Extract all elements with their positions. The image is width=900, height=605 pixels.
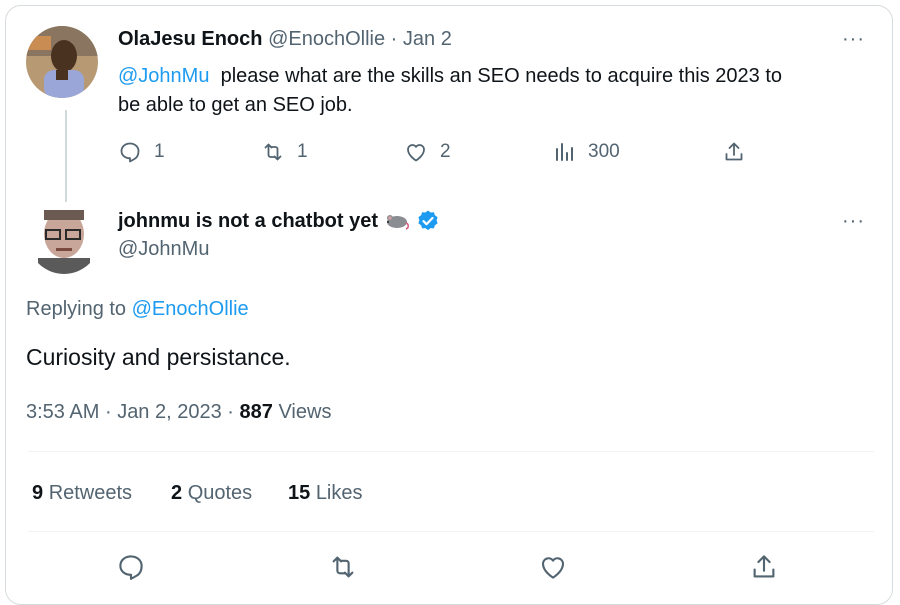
heart-icon <box>407 144 425 162</box>
main-more-icon[interactable]: ··· <box>842 210 865 233</box>
parent-views-button[interactable]: 300 <box>552 140 620 164</box>
parent-handle[interactable]: @EnochOllie <box>268 28 385 50</box>
main-author-name[interactable]: johnmu is not a chatbot yet <box>118 210 378 233</box>
replying-prefix: Replying to <box>26 298 127 320</box>
parent-like-count: 2 <box>440 141 451 162</box>
main-avatar[interactable] <box>28 202 100 274</box>
parent-avatar[interactable] <box>26 26 98 98</box>
parent-author-name[interactable]: OlaJesu Enoch <box>118 28 263 50</box>
parent-like-button[interactable]: 2 <box>404 140 451 164</box>
main-header: johnmu is not a chatbot yet <box>118 209 440 233</box>
retweet-icon <box>332 556 354 578</box>
heart-icon <box>541 557 565 579</box>
divider <box>28 451 874 452</box>
main-tweet-text: Curiosity and persistance. <box>26 344 291 370</box>
stat-retweets[interactable]: 9 Retweets <box>32 482 132 505</box>
retweets-count: 9 <box>32 482 44 504</box>
retweet-icon <box>264 143 282 161</box>
like-button[interactable] <box>538 552 568 582</box>
share-icon <box>753 555 775 578</box>
tweet-card: OlaJesu Enoch @EnochOllie · Jan 2 ··· @J… <box>5 5 893 605</box>
parent-reply-button[interactable]: 1 <box>118 140 165 164</box>
parent-date[interactable]: Jan 2 <box>403 28 452 50</box>
meta-separator: · <box>227 401 234 423</box>
reply-icon <box>119 555 143 580</box>
tweet-meta: 3:53 AM · Jan 2, 2023 · 887 Views <box>26 401 331 424</box>
reply-icon <box>120 142 140 163</box>
thread-connector-line <box>65 110 67 202</box>
main-handle[interactable]: @JohnMu <box>118 238 209 261</box>
parent-text-line1: please what are the skills an SEO needs … <box>220 65 783 87</box>
share-icon <box>725 142 743 161</box>
verified-badge-icon[interactable] <box>416 209 440 233</box>
divider <box>28 531 874 532</box>
replying-to: Replying to @EnochOllie <box>26 298 249 321</box>
likes-label: Likes <box>315 482 363 504</box>
retweets-label: Retweets <box>48 482 133 504</box>
parent-share-button[interactable] <box>722 140 746 164</box>
tweet-time[interactable]: 3:53 AM <box>26 401 99 423</box>
parent-view-count: 300 <box>588 141 620 162</box>
header-separator: · <box>390 28 398 50</box>
meta-separator: · <box>104 401 112 423</box>
quotes-label: Quotes <box>187 482 253 504</box>
views-icon <box>556 143 573 161</box>
views-label: Views <box>278 401 332 423</box>
parent-text-line2: be able to get an SEO job. <box>118 94 353 116</box>
likes-count: 15 <box>288 482 311 504</box>
views-count: 887 <box>239 401 273 423</box>
parent-retweet-button[interactable]: 1 <box>261 140 308 164</box>
parent-more-icon[interactable]: ··· <box>842 28 865 51</box>
parent-header: OlaJesu Enoch @EnochOllie · Jan 2 <box>118 28 452 51</box>
reply-button[interactable] <box>116 552 146 582</box>
parent-reply-count: 1 <box>154 141 165 162</box>
quotes-count: 2 <box>171 482 183 504</box>
tweet-date[interactable]: Jan 2, 2023 <box>117 401 222 423</box>
replying-to-link[interactable]: @EnochOllie <box>132 298 249 320</box>
parent-retweet-count: 1 <box>297 141 308 162</box>
parent-tweet-text: @JohnMu please what are the skills an SE… <box>118 62 878 120</box>
mention-link[interactable]: @JohnMu <box>118 65 209 87</box>
stat-likes[interactable]: 15 Likes <box>288 482 363 505</box>
stat-quotes[interactable]: 2 Quotes <box>171 482 252 505</box>
share-button[interactable] <box>749 552 779 582</box>
mouse-emoji-icon <box>384 211 410 231</box>
retweet-button[interactable] <box>328 552 358 582</box>
